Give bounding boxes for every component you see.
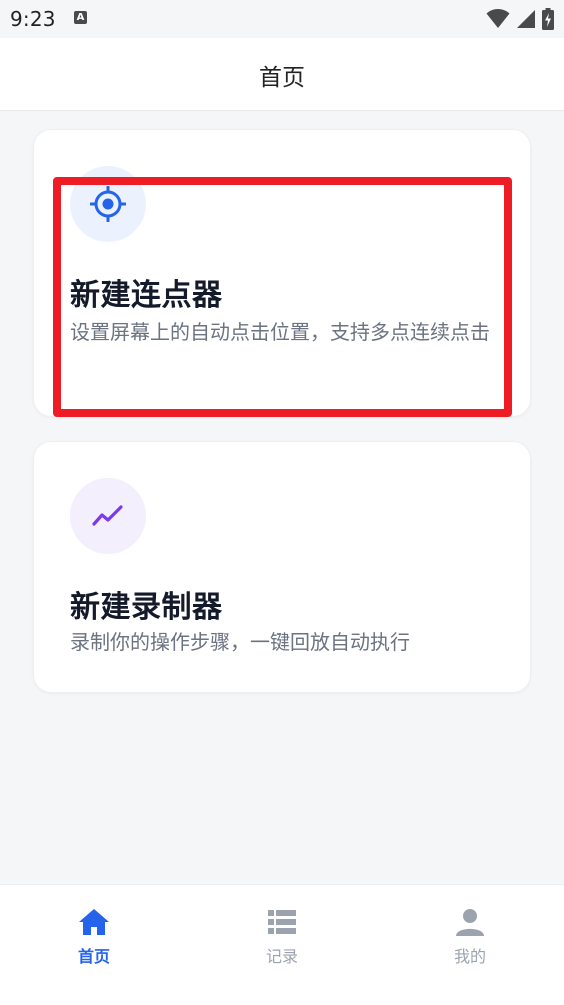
nav-label-home: 首页 <box>77 947 110 966</box>
notification-a-icon: A <box>74 11 87 24</box>
new-recorder-card[interactable]: 新建录制器 录制你的操作步骤，一键回放自动执行 <box>33 441 531 693</box>
user-icon <box>456 909 484 936</box>
clicker-icon-badge <box>70 166 146 242</box>
app-header: 首页 <box>0 38 564 111</box>
status-icons <box>486 8 554 30</box>
page-title: 首页 <box>259 65 305 91</box>
new-clicker-card[interactable]: 新建连点器 设置屏幕上的自动点击位置，支持多点连续点击 <box>33 129 531 417</box>
battery-charging-icon <box>542 8 554 30</box>
trend-line-icon <box>92 505 123 526</box>
nav-item-records[interactable]: 记录 <box>222 907 342 967</box>
home-icon <box>79 909 109 935</box>
new-clicker-title: 新建连点器 <box>70 278 223 313</box>
wifi-icon <box>486 9 510 28</box>
nav-item-mine[interactable]: 我的 <box>410 907 530 967</box>
status-bar: 9:23 A <box>0 0 564 38</box>
new-recorder-description: 录制你的操作步骤，一键回放自动执行 <box>70 630 410 654</box>
new-recorder-title: 新建录制器 <box>70 590 223 625</box>
bottom-nav: 首页 记录 我的 <box>0 884 564 1005</box>
new-clicker-description: 设置屏幕上的自动点击位置，支持多点连续点击 <box>70 320 490 344</box>
crosshair-target-icon <box>90 186 126 222</box>
recorder-icon-badge <box>70 478 146 554</box>
nav-label-records: 记录 <box>265 947 298 966</box>
status-time: 9:23 <box>10 7 56 31</box>
nav-label-mine: 我的 <box>453 947 486 966</box>
list-icon <box>268 910 296 934</box>
signal-icon <box>517 10 535 28</box>
nav-item-home[interactable]: 首页 <box>34 907 154 967</box>
